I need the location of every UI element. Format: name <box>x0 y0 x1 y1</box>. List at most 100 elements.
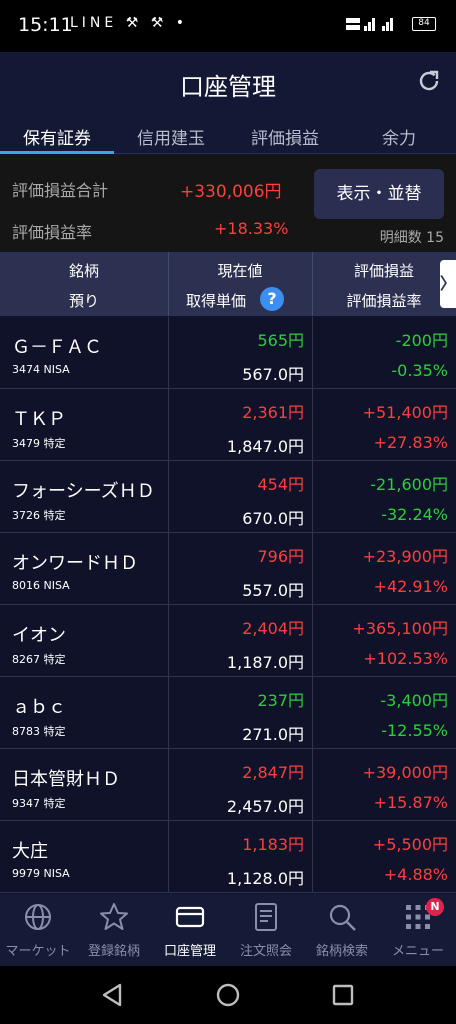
unrealized-pl: +23,900円 <box>362 547 448 566</box>
page-title: 口座管理 <box>180 73 276 101</box>
row-divider <box>168 821 169 893</box>
card-icon <box>175 906 205 928</box>
nav-watchlist[interactable]: 登録銘柄 <box>76 894 152 966</box>
app-header: 口座管理 <box>0 52 456 116</box>
row-divider <box>312 749 313 821</box>
bottom-nav: マーケット 登録銘柄 口座管理 注文照会 銘柄検索 N メニュー <box>0 894 456 966</box>
scroll-right-icon[interactable]: 〉 <box>440 260 456 308</box>
system-nav-bar <box>0 966 456 1024</box>
stock-name: Ｇ－ＦＡＣ <box>12 337 102 358</box>
app-screen: 口座管理 保有証券 信用建玉 評価損益 余力 評価損益合計 +330,006円 … <box>0 52 456 894</box>
total-pl-value: +330,006円 <box>180 182 282 202</box>
tab-bar: 保有証券 信用建玉 評価損益 余力 <box>0 116 456 154</box>
pl-rate: -32.24% <box>381 505 448 524</box>
stock-name: 日本管財ＨＤ <box>12 769 120 790</box>
star-icon <box>100 903 128 930</box>
current-price: 454円 <box>257 475 304 494</box>
nav-label: メニュー <box>391 944 444 959</box>
current-price: 2,361円 <box>242 403 304 422</box>
col-header-cost: 取得単価 <box>186 292 247 310</box>
pl-rate: -0.35% <box>391 361 448 380</box>
table-row[interactable]: ａｂｃ 8783 特定 237円 271.0円 -3,400円 -12.55% <box>0 677 456 749</box>
nav-menu[interactable]: N メニュー <box>380 894 456 966</box>
row-divider <box>168 605 169 677</box>
back-icon[interactable] <box>98 980 128 1010</box>
nav-label: 注文照会 <box>239 944 292 959</box>
row-divider <box>168 461 169 533</box>
globe-icon <box>25 904 51 930</box>
col-header-pl: 評価損益 <box>353 262 414 280</box>
home-icon[interactable] <box>213 980 243 1010</box>
nav-label: 銘柄検索 <box>315 944 368 959</box>
status-bar: 15:11 LINE ⚒ ⚒ • 84 <box>0 0 456 52</box>
stock-code: 3479 特定 <box>12 437 66 450</box>
notification-icons: LINE ⚒ ⚒ • <box>70 15 188 31</box>
search-icon <box>329 904 356 931</box>
pl-rate: +15.87% <box>373 793 448 812</box>
nav-search[interactable]: 銘柄検索 <box>304 894 380 966</box>
pl-rate: +42.91% <box>373 577 448 596</box>
tab-buying-power[interactable]: 余力 <box>342 124 456 149</box>
pl-rate-value: +18.33% <box>214 219 289 238</box>
row-divider <box>312 389 313 461</box>
stock-code: 9979 NISA <box>12 867 70 880</box>
pl-rate-label: 評価損益率 <box>12 223 93 242</box>
display-sort-button[interactable]: 表示・並替 <box>314 169 444 219</box>
stock-code: 8783 特定 <box>12 725 66 738</box>
stock-code: 9347 特定 <box>12 797 66 810</box>
help-icon[interactable]: ? <box>260 287 284 311</box>
stock-code: 8016 NISA <box>12 579 70 592</box>
current-price: 2,847円 <box>242 763 304 782</box>
row-divider <box>312 317 313 389</box>
recents-icon[interactable] <box>328 980 358 1010</box>
table-row[interactable]: イオン 8267 特定 2,404円 1,187.0円 +365,100円 +1… <box>0 605 456 677</box>
stock-code: 3726 特定 <box>12 509 66 522</box>
acquisition-cost: 1,187.0円 <box>226 653 304 672</box>
table-row[interactable]: オンワードＨＤ 8016 NISA 796円 557.0円 +23,900円 +… <box>0 533 456 605</box>
unrealized-pl: -3,400円 <box>380 691 448 710</box>
stock-name: ａｂｃ <box>12 697 66 718</box>
table-row[interactable]: Ｇ－ＦＡＣ 3474 NISA 565円 567.0円 -200円 -0.35% <box>0 317 456 389</box>
tab-pl[interactable]: 評価損益 <box>228 124 342 149</box>
unrealized-pl: +39,000円 <box>362 763 448 782</box>
tab-holdings[interactable]: 保有証券 <box>0 124 114 149</box>
nav-market[interactable]: マーケット <box>0 894 76 966</box>
stock-name: イオン <box>12 625 66 646</box>
acquisition-cost: 557.0円 <box>242 581 304 600</box>
stock-name: ＴＫＰ <box>12 409 66 430</box>
current-price: 237円 <box>257 691 304 710</box>
nav-account[interactable]: 口座管理 <box>152 894 228 966</box>
nav-label: 登録銘柄 <box>87 944 140 959</box>
stock-code: 3474 NISA <box>12 363 70 376</box>
unrealized-pl: +51,400円 <box>362 403 448 422</box>
refresh-icon[interactable] <box>416 68 442 94</box>
status-time: 15:11 <box>18 14 73 36</box>
pl-rate: +4.88% <box>383 865 448 884</box>
item-count: 明細数 15 <box>379 230 444 246</box>
current-price: 796円 <box>257 547 304 566</box>
table-row[interactable]: ＴＫＰ 3479 特定 2,361円 1,847.0円 +51,400円 +27… <box>0 389 456 461</box>
pl-rate: +27.83% <box>373 433 448 452</box>
current-price: 1,183円 <box>242 835 304 854</box>
acquisition-cost: 1,847.0円 <box>226 437 304 456</box>
nav-label: 口座管理 <box>163 944 216 959</box>
tab-margin[interactable]: 信用建玉 <box>114 124 228 149</box>
row-divider <box>168 317 169 389</box>
table-row[interactable]: フォーシーズＨＤ 3726 特定 454円 670.0円 -21,600円 -3… <box>0 461 456 533</box>
unrealized-pl: -200円 <box>395 331 448 350</box>
pl-rate: +102.53% <box>363 649 448 668</box>
unrealized-pl: +365,100円 <box>352 619 448 638</box>
acquisition-cost: 567.0円 <box>242 365 304 384</box>
nav-orders[interactable]: 注文照会 <box>228 894 304 966</box>
nav-label: マーケット <box>5 944 71 959</box>
table-row[interactable]: 大庄 9979 NISA 1,183円 1,128.0円 +5,500円 +4.… <box>0 821 456 893</box>
col-header-name: 銘柄 <box>68 262 99 280</box>
acquisition-cost: 2,457.0円 <box>226 797 304 816</box>
stock-name: 大庄 <box>12 841 48 862</box>
unrealized-pl: +5,500円 <box>372 835 448 854</box>
row-divider <box>168 749 169 821</box>
row-divider <box>168 533 169 605</box>
table-row[interactable]: 日本管財ＨＤ 9347 特定 2,847円 2,457.0円 +39,000円 … <box>0 749 456 821</box>
notification-badge: N <box>426 898 444 916</box>
active-tab-indicator <box>0 151 114 154</box>
